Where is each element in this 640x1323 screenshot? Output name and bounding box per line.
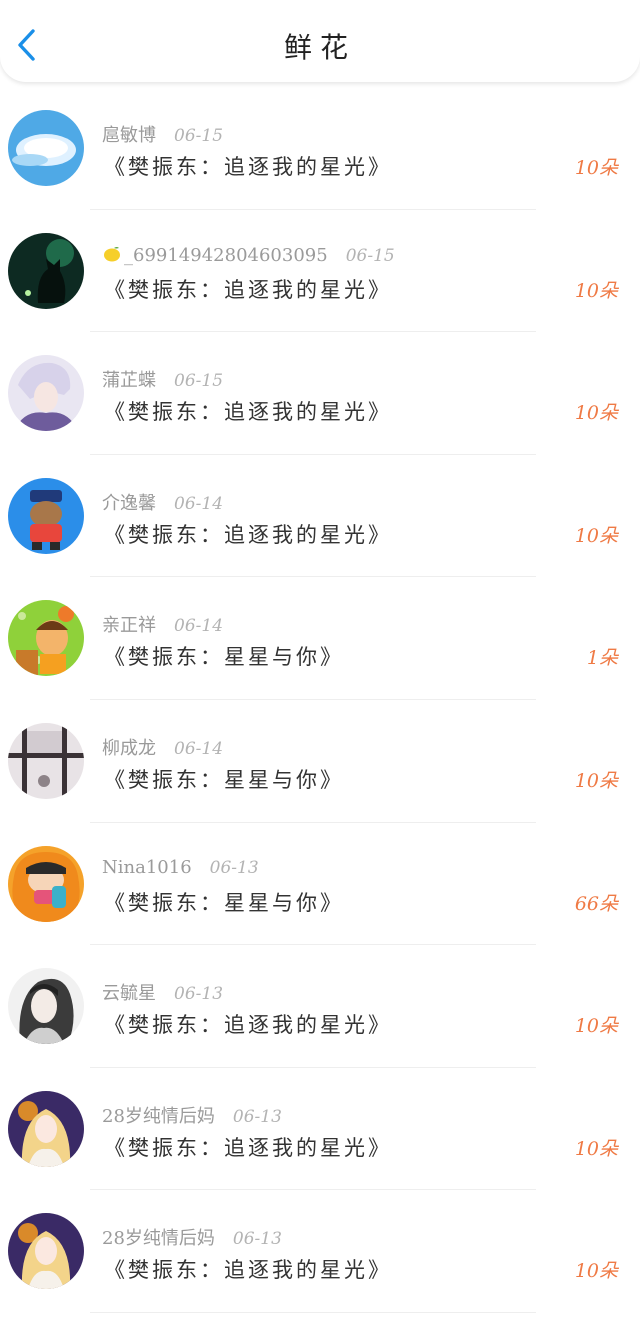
- username: 云毓星: [102, 983, 156, 1005]
- song-title: 《樊振东：星星与你》: [104, 890, 344, 915]
- list-item[interactable]: 柳成龙 06-14 《樊振东：星星与你》 10朵: [0, 700, 640, 823]
- sketch-girl-avatar[interactable]: [8, 968, 84, 1045]
- date-label: 06-15: [345, 245, 395, 266]
- date-label: 06-15: [174, 126, 224, 146]
- flower-list[interactable]: 扈敏博 06-15 《樊振东：追逐我的星光》 10朵 _6991494280460…: [0, 87, 640, 1313]
- song-title: 《樊振东：星星与你》: [104, 645, 344, 670]
- date-label: 06-13: [174, 984, 224, 1005]
- song-title: 《樊振东：追逐我的星光》: [104, 400, 392, 425]
- black-cat-avatar[interactable]: [8, 232, 84, 309]
- username: 28岁纯情后妈: [102, 1105, 215, 1127]
- anime-boy-avatar[interactable]: [8, 355, 84, 432]
- song-title: 《樊振东：追逐我的星光》: [104, 1013, 392, 1038]
- flower-count: 10朵: [574, 769, 618, 792]
- username: 28岁纯情后妈: [102, 1228, 215, 1250]
- orange-cartoon-avatar[interactable]: [8, 845, 84, 922]
- list-item[interactable]: 28岁纯情后妈 06-13 《樊振东：追逐我的星光》 10朵: [0, 1068, 640, 1191]
- flower-count: 10朵: [574, 1260, 618, 1283]
- list-item[interactable]: 扈敏博 06-15 《樊振东：追逐我的星光》 10朵: [0, 87, 640, 210]
- cloud-avatar[interactable]: [8, 110, 84, 186]
- princess-avatar[interactable]: [8, 1213, 84, 1290]
- flower-count: 66朵: [574, 892, 618, 915]
- page-title: 鲜花: [283, 31, 356, 64]
- window-avatar[interactable]: [8, 722, 84, 799]
- cartoon-girl-avatar[interactable]: [8, 600, 84, 677]
- flower-count: 10朵: [574, 279, 618, 302]
- list-item[interactable]: 亲正祥 06-14 《樊振东：星星与你》 1朵: [0, 577, 640, 700]
- flower-count: 10朵: [574, 524, 618, 547]
- list-item[interactable]: 28岁纯情后妈 06-13 《樊振东：追逐我的星光》 10朵: [0, 1190, 640, 1313]
- date-label: 06-15: [174, 371, 224, 392]
- list-item[interactable]: 蒲芷蝶 06-15 《樊振东：追逐我的星光》 10朵: [0, 332, 640, 455]
- list-item[interactable]: Nina1016 06-13 《樊振东：星星与你》 66朵: [0, 823, 640, 946]
- username: 蒲芷蝶: [102, 370, 156, 392]
- list-item[interactable]: 介逸馨 06-14 《樊振东：追逐我的星光》 10朵: [0, 455, 640, 578]
- song-title: 《樊振东：追逐我的星光》: [104, 522, 392, 547]
- flower-count: 1朵: [586, 647, 618, 670]
- cartoon-bear-avatar[interactable]: [8, 477, 84, 554]
- username: 介逸馨: [102, 492, 156, 514]
- username: Nina1016: [102, 856, 192, 878]
- date-label: 06-13: [232, 1229, 282, 1250]
- date-label: 06-14: [174, 616, 224, 637]
- username: 亲正祥: [102, 615, 156, 637]
- header-bar: 鲜花: [0, 0, 640, 82]
- song-title: 《樊振东：星星与你》: [104, 767, 344, 792]
- flower-count: 10朵: [574, 1015, 618, 1038]
- date-label: 06-14: [174, 493, 224, 514]
- date-label: 06-14: [174, 738, 224, 759]
- song-title: 《樊振东：追逐我的星光》: [104, 155, 392, 179]
- flower-count: 10朵: [574, 157, 618, 179]
- date-label: 06-13: [209, 857, 259, 878]
- list-item[interactable]: _699149428046030​95 06-15 《樊振东：追逐我的星光》 10…: [0, 210, 640, 333]
- username: 柳成龙: [102, 737, 156, 759]
- username: 扈敏博: [102, 125, 156, 146]
- lemon-icon: [104, 246, 120, 262]
- song-title: 《樊振东：追逐我的星光》: [104, 1135, 392, 1160]
- flower-count: 10朵: [574, 1137, 618, 1160]
- song-title: 《樊振东：追逐我的星光》: [104, 277, 392, 302]
- date-label: 06-13: [232, 1106, 282, 1127]
- flower-count: 10朵: [574, 402, 618, 425]
- divider: [90, 1311, 536, 1313]
- username: _699149428046030​95: [124, 244, 328, 266]
- princess-avatar[interactable]: [8, 1090, 84, 1167]
- list-item[interactable]: 云毓星 06-13 《樊振东：追逐我的星光》 10朵: [0, 945, 640, 1068]
- song-title: 《樊振东：追逐我的星光》: [104, 1258, 392, 1283]
